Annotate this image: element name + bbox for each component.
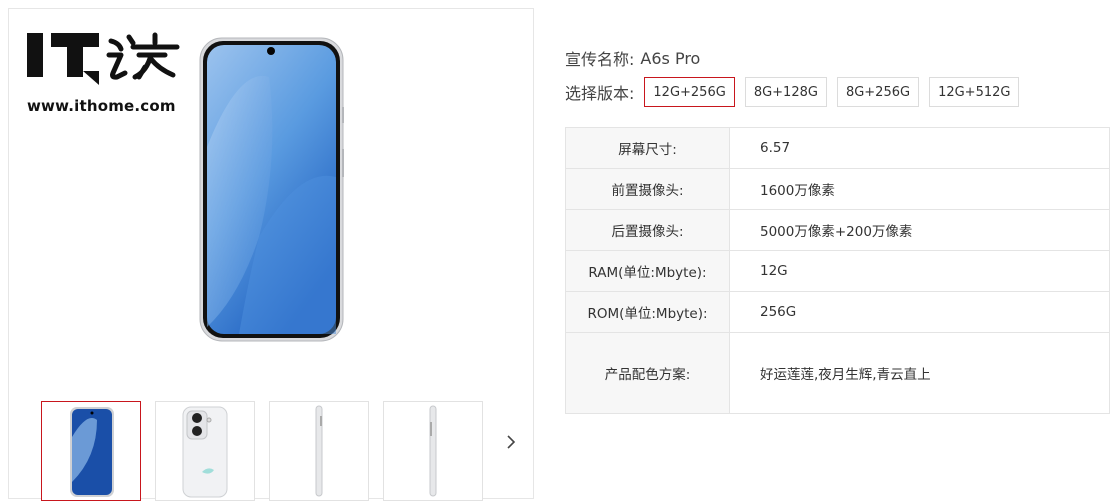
spec-value: 5000万像素+200万像素 [729, 209, 1110, 251]
spec-key: RAM(单位:Mbyte): [565, 250, 730, 292]
spec-value: 好运莲莲,夜月生辉,青云直上 [729, 332, 1110, 414]
spec-key: 屏幕尺寸: [565, 127, 730, 169]
version-selector: 选择版本: 12G+256G 8G+128G 8G+256G 12G+512G [565, 77, 1029, 107]
thumbnail-side-left[interactable] [269, 401, 369, 501]
logo-url: www.ithome.com [27, 97, 176, 115]
product-gallery: www.ithome.com [8, 8, 534, 501]
spec-key: ROM(单位:Mbyte): [565, 291, 730, 333]
spec-value: 6.57 [729, 127, 1110, 169]
spec-value: 12G [729, 250, 1110, 292]
spec-row-colors: 产品配色方案: 好运莲莲,夜月生辉,青云直上 [565, 332, 1110, 414]
spec-key: 后置摄像头: [565, 209, 730, 251]
spec-row-front-camera: 前置摄像头: 1600万像素 [565, 168, 1110, 210]
spec-row-rear-camera: 后置摄像头: 5000万像素+200万像素 [565, 209, 1110, 251]
chevron-right-icon[interactable] [505, 432, 521, 454]
thumbnail-side-right[interactable] [383, 401, 483, 501]
version-option-8g-256g[interactable]: 8G+256G [836, 77, 920, 107]
version-option-12g-256g[interactable]: 12G+256G [644, 77, 735, 107]
spec-key: 产品配色方案: [565, 332, 730, 414]
product-name-label: 宣传名称: [565, 50, 635, 69]
spec-value: 1600万像素 [729, 168, 1110, 210]
thumbnail-back[interactable] [155, 401, 255, 501]
thumbnail-front[interactable] [41, 401, 141, 501]
spec-row-rom: ROM(单位:Mbyte): 256G [565, 291, 1110, 333]
spec-row-ram: RAM(单位:Mbyte): 12G [565, 250, 1110, 292]
product-name-row: 宣传名称: A6s Pro [565, 44, 1110, 72]
spec-key: 前置摄像头: [565, 168, 730, 210]
main-product-image [199, 37, 344, 346]
product-info: 宣传名称: A6s Pro 选择版本: 12G+256G 8G+128G 8G+… [565, 44, 1110, 107]
spec-row-screen-size: 屏幕尺寸: 6.57 [565, 127, 1110, 169]
version-option-12g-512g[interactable]: 12G+512G [929, 77, 1020, 107]
spec-table: 屏幕尺寸: 6.57 前置摄像头: 1600万像素 后置摄像头: 5000万像素… [565, 127, 1110, 414]
version-option-8g-128g[interactable]: 8G+128G [744, 77, 827, 107]
product-name-value: A6s Pro [640, 48, 701, 68]
version-label: 选择版本: [565, 84, 635, 103]
spec-value: 256G [729, 291, 1110, 333]
